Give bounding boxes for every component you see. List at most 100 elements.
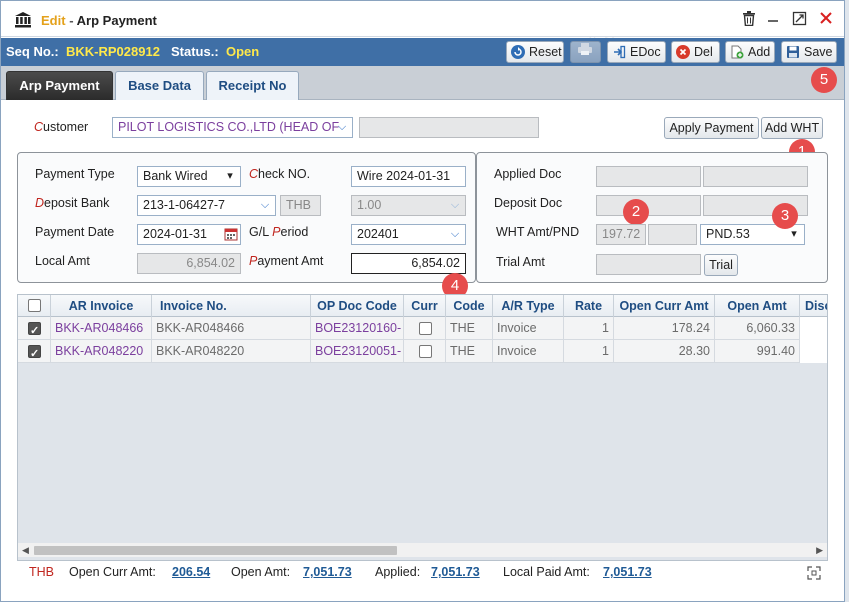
add-button[interactable]: Add <box>725 41 775 63</box>
applied-doc-field-1 <box>596 166 701 187</box>
col-curr[interactable]: Curr <box>404 295 446 317</box>
gl-period-select[interactable]: 202401 ⌵ <box>351 224 466 245</box>
applied-value[interactable]: 7,051.73 <box>431 561 480 583</box>
edoc-label: EDoc <box>630 45 661 59</box>
gl-period-label: G/L Period <box>249 225 309 239</box>
applied-doc-label: Applied Doc <box>494 167 562 181</box>
scrollbar-thumb[interactable] <box>34 546 397 555</box>
reset-label: Reset <box>529 45 562 59</box>
maximize-icon[interactable] <box>790 11 808 29</box>
disc-cell <box>800 340 827 363</box>
chevron-down-icon: ⌵ <box>337 121 347 133</box>
check-no-input[interactable]: Wire 2024-01-31 <box>351 166 466 187</box>
chevron-down-icon: ⌵ <box>260 199 270 211</box>
annotation-badge-3: 3 <box>772 203 798 229</box>
trash-icon[interactable] <box>740 11 758 29</box>
apply-payment-button[interactable]: Apply Payment <box>664 117 759 139</box>
status-label: Status.: <box>171 44 219 59</box>
payment-type-select[interactable]: Bank Wired ▾ <box>137 166 241 187</box>
table-row[interactable]: BKK-AR048466 BKK-AR048466 BOE23120160- T… <box>18 317 827 340</box>
add-wht-button[interactable]: Add WHT <box>761 117 823 139</box>
customer-value: PILOT LOGISTICS CO.,LTD (HEAD OF <box>118 120 340 134</box>
fullscreen-icon[interactable] <box>807 565 821 587</box>
title-separator: - <box>69 13 74 28</box>
scroll-left-icon[interactable]: ◀ <box>22 543 29 557</box>
trial-amt-field <box>596 254 701 275</box>
calendar-icon[interactable] <box>224 227 238 247</box>
row-checkbox[interactable] <box>28 320 41 340</box>
customer-extra-field <box>359 117 539 138</box>
ar-invoice-link[interactable]: BKK-AR048466 <box>51 317 152 340</box>
select-all-checkbox[interactable] <box>28 299 41 312</box>
select-all-cell <box>18 295 51 317</box>
payment-type-label: Payment Type <box>35 167 115 181</box>
rate-cell: 1 <box>564 317 614 340</box>
print-button[interactable] <box>570 41 601 63</box>
open-curr-amt-cell: 28.30 <box>614 340 715 363</box>
wht-extra-field <box>648 224 697 245</box>
payment-date-input[interactable]: 2024-01-31 <box>137 224 241 245</box>
applied-doc-field-2 <box>703 166 808 187</box>
pnd-value: PND.53 <box>706 227 750 241</box>
horizontal-scrollbar[interactable]: ◀ ▶ <box>18 543 827 557</box>
col-rate[interactable]: Rate <box>564 295 614 317</box>
tab-receipt-no[interactable]: Receipt No <box>206 71 299 100</box>
tab-arp-payment[interactable]: Arp Payment <box>6 71 113 100</box>
chevron-down-icon: ⌵ <box>450 199 460 211</box>
reset-button[interactable]: Reset <box>506 41 564 63</box>
code-cell: THE <box>446 317 493 340</box>
customer-select[interactable]: PILOT LOGISTICS CO.,LTD (HEAD OF ⌵ <box>112 117 353 138</box>
trial-amt-label: Trial Amt <box>496 255 545 269</box>
add-label: Add <box>748 45 771 59</box>
payment-type-value: Bank Wired <box>143 169 208 183</box>
status-value: Open <box>226 44 260 59</box>
edoc-button[interactable]: EDoc <box>607 41 666 63</box>
save-button[interactable]: Save <box>781 41 837 63</box>
minimize-icon[interactable] <box>764 11 782 29</box>
row-select-cell <box>18 340 51 363</box>
invoice-grid: AR Invoice Invoice No. OP Doc Code Curr … <box>17 294 828 561</box>
curr-checkbox[interactable] <box>419 322 432 335</box>
payment-amt-input[interactable]: 6,854.02 <box>351 253 466 274</box>
invoice-no-cell: BKK-AR048466 <box>152 317 311 340</box>
totals-footer: THB Open Curr Amt: 206.54 Open Amt: 7,05… <box>17 561 828 583</box>
deposit-bank-select[interactable]: 213-1-06427-7 ⌵ <box>137 195 276 216</box>
bank-icon <box>14 11 32 28</box>
local-amt-label: Local Amt <box>35 254 90 268</box>
op-doc-code-link[interactable]: BOE23120160- <box>311 317 404 340</box>
row-checkbox[interactable] <box>28 343 41 363</box>
ar-invoice-link[interactable]: BKK-AR048220 <box>51 340 152 363</box>
curr-checkbox[interactable] <box>419 345 432 358</box>
close-icon[interactable] <box>817 11 835 29</box>
col-disc[interactable]: Disc <box>800 295 827 317</box>
op-doc-code-link[interactable]: BOE23120051- <box>311 340 404 363</box>
col-ar-invoice[interactable]: AR Invoice <box>51 295 152 317</box>
tab-bar: Arp Payment Base Data Receipt No <box>1 66 844 100</box>
trial-button[interactable]: Trial <box>704 254 738 276</box>
col-invoice-no[interactable]: Invoice No. <box>152 295 311 317</box>
mode-label: Edit <box>41 13 66 28</box>
scroll-right-icon[interactable]: ▶ <box>816 543 823 557</box>
row-select-cell <box>18 317 51 340</box>
deposit-currency-field: THB <box>280 195 321 216</box>
tab-base-data[interactable]: Base Data <box>115 71 204 100</box>
col-open-amt[interactable]: Open Amt <box>715 295 800 317</box>
col-op-doc-code[interactable]: OP Doc Code <box>311 295 404 317</box>
col-ar-type[interactable]: A/R Type <box>493 295 564 317</box>
curr-cell <box>404 317 446 340</box>
check-no-label: Check NO. <box>249 167 311 181</box>
delete-button[interactable]: Del <box>671 41 720 63</box>
table-row[interactable]: BKK-AR048220 BKK-AR048220 BOE23120051- T… <box>18 340 827 363</box>
payment-date-label: Payment Date <box>35 225 115 239</box>
seq-no-label: Seq No.: <box>6 44 59 59</box>
rate-cell: 1 <box>564 340 614 363</box>
reset-icon <box>511 45 525 59</box>
col-code[interactable]: Code <box>446 295 493 317</box>
open-amt-value[interactable]: 7,051.73 <box>303 561 352 583</box>
col-open-curr-amt[interactable]: Open Curr Amt <box>614 295 715 317</box>
local-paid-amt-value[interactable]: 7,051.73 <box>603 561 652 583</box>
toolbar: Seq No.: BKK-RP028912 Status.: Open Rese… <box>1 38 844 66</box>
local-amt-field: 6,854.02 <box>137 253 241 274</box>
save-label: Save <box>804 45 833 59</box>
open-curr-amt-value[interactable]: 206.54 <box>172 561 210 583</box>
